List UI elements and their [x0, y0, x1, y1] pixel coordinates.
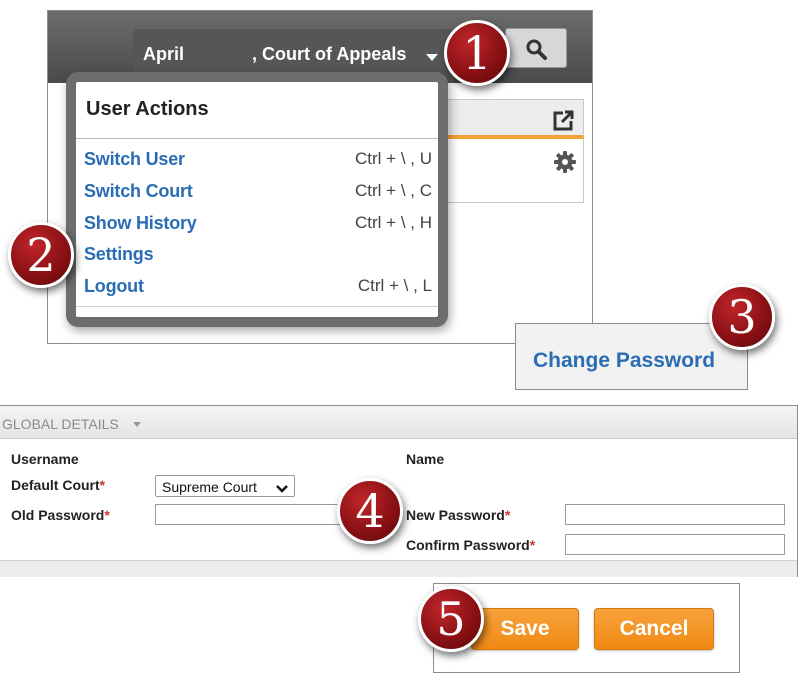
menu-item-label[interactable]: Show History — [84, 213, 197, 234]
global-details-header[interactable]: GLOBAL DETAILS — [0, 406, 797, 439]
menu-item-shortcut: Ctrl + \ , H — [355, 213, 432, 232]
required-marker: * — [529, 537, 536, 553]
new-password-input[interactable] — [565, 504, 785, 525]
change-password-link[interactable]: Change Password — [533, 349, 715, 373]
user-first-name[interactable]: April — [143, 44, 184, 65]
cancel-button[interactable]: Cancel — [594, 608, 714, 650]
new-password-label: New Password* — [406, 507, 511, 523]
step-badge-1: 1 — [444, 20, 510, 86]
step-badge-2: 2 — [8, 222, 74, 288]
required-marker: * — [504, 507, 511, 523]
menu-item-show-history[interactable]: Show History Ctrl + \ , H — [84, 210, 432, 236]
name-label: Name — [406, 451, 445, 467]
menu-divider — [76, 138, 438, 139]
default-court-value: Supreme Court — [162, 479, 257, 495]
confirm-password-input[interactable] — [565, 534, 785, 555]
chevron-down-icon — [276, 481, 288, 499]
global-details-footer — [0, 560, 797, 577]
chevron-down-icon[interactable] — [133, 422, 141, 427]
old-password-input[interactable] — [155, 504, 341, 525]
step-badge-4: 4 — [337, 478, 403, 544]
required-marker: * — [99, 477, 106, 493]
step-badge-3: 3 — [709, 284, 775, 350]
menu-item-switch-user[interactable]: Switch User Ctrl + \ , U — [84, 146, 432, 172]
menu-bottom-divider — [76, 306, 438, 307]
step-badge-5: 5 — [418, 586, 484, 652]
menu-item-switch-court[interactable]: Switch Court Ctrl + \ , C — [84, 178, 432, 204]
global-details-title[interactable]: GLOBAL DETAILS — [2, 416, 119, 432]
menu-item-label[interactable]: Logout — [84, 276, 144, 297]
menu-item-label[interactable]: Settings — [84, 244, 154, 265]
menu-item-logout[interactable]: Logout Ctrl + \ , L — [84, 273, 432, 299]
user-actions-menu: User Actions Switch User Ctrl + \ , U Sw… — [66, 72, 448, 327]
menu-item-shortcut: Ctrl + \ , C — [355, 181, 432, 200]
menu-item-shortcut: Ctrl + \ , L — [357, 276, 432, 295]
menu-item-shortcut: Ctrl + \ , U — [355, 149, 432, 168]
search-button[interactable] — [505, 28, 567, 68]
menu-title: User Actions — [86, 98, 209, 120]
search-icon — [524, 37, 548, 66]
header-screenshot-panel: April , Court of Appeals User Actions Sw… — [47, 10, 593, 344]
default-court-label: Default Court* — [11, 477, 106, 493]
username-label: Username — [11, 451, 79, 467]
export-icon[interactable] — [553, 109, 575, 136]
chevron-down-icon[interactable] — [426, 54, 438, 61]
default-court-select[interactable]: Supreme Court — [155, 475, 295, 497]
menu-item-label[interactable]: Switch Court — [84, 181, 193, 202]
user-court-name[interactable]: , Court of Appeals — [252, 44, 406, 65]
menu-item-settings[interactable]: Settings — [84, 241, 432, 267]
menu-item-label[interactable]: Switch User — [84, 149, 185, 170]
old-password-label: Old Password* — [11, 507, 110, 523]
confirm-password-label: Confirm Password* — [406, 537, 536, 553]
required-marker: * — [104, 507, 110, 523]
save-button[interactable]: Save — [471, 608, 579, 650]
gear-icon[interactable] — [554, 151, 576, 178]
